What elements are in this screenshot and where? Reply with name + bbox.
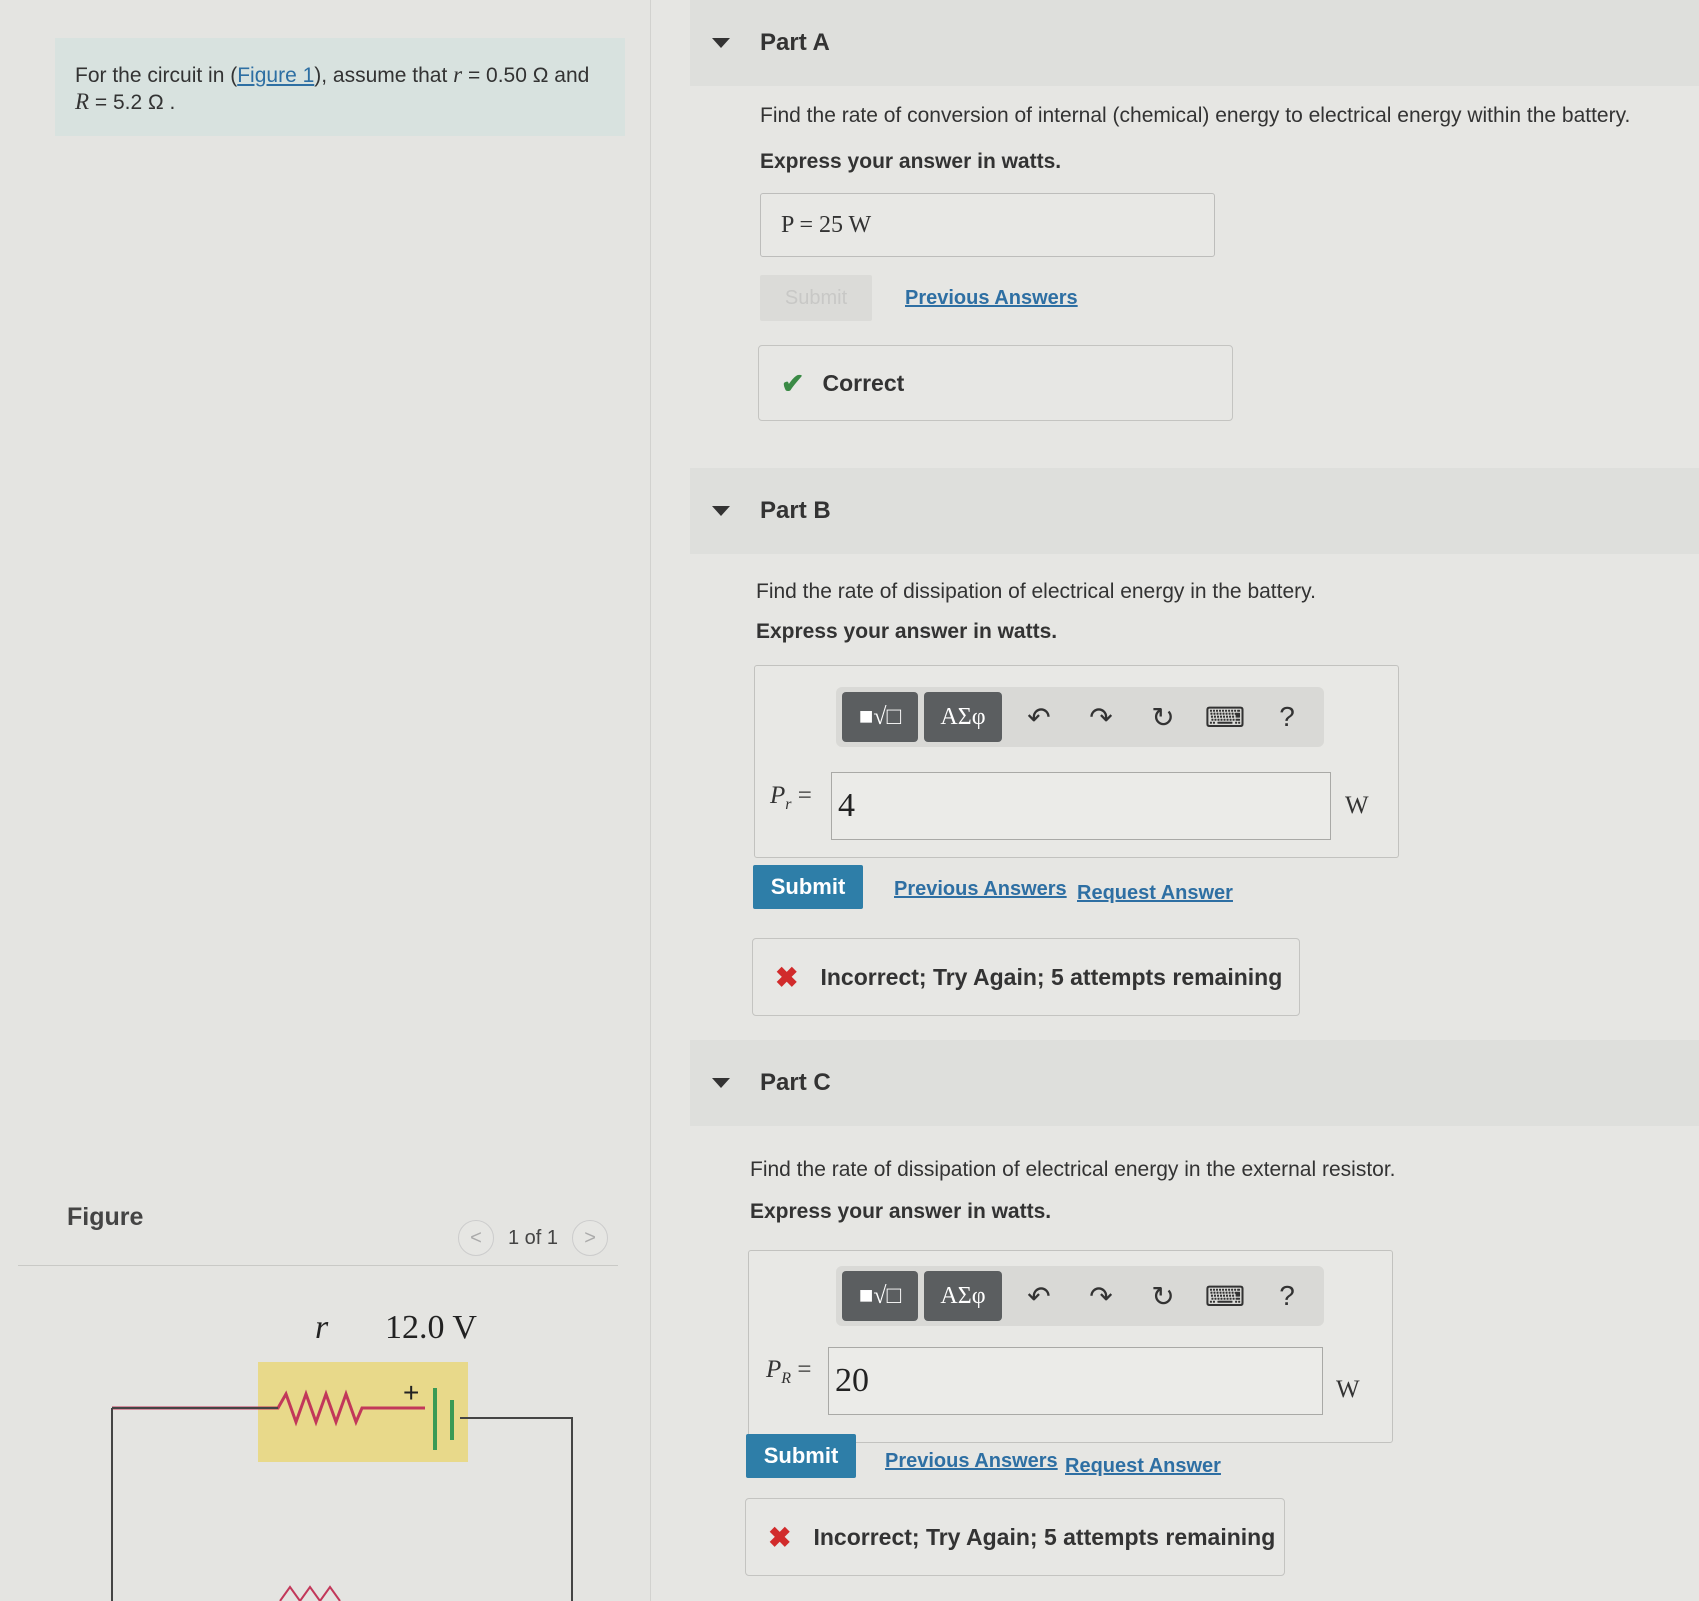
part-a-header[interactable]: Part A [690,0,1699,86]
figure-pager: < 1 of 1 > [458,1220,609,1256]
part-a-submit-button[interactable]: Submit [760,275,872,321]
part-c-header[interactable]: Part C [690,1040,1699,1126]
part-b-variable-label: Pr = [770,782,812,814]
external-resistor [279,1585,341,1601]
part-c-question: Find the rate of dissipation of electric… [750,1158,1396,1181]
part-a-feedback-text: Correct [822,369,905,396]
r-label: r [315,1309,329,1346]
keyboard-icon[interactable]: ⌨ [1194,701,1256,734]
figure-link[interactable]: Figure 1 [237,64,314,87]
part-c-previous-answers-link[interactable]: Previous Answers [885,1450,1058,1473]
figure-divider [18,1265,618,1266]
prev-figure-button[interactable]: < [458,1220,494,1256]
part-c-instruction: Express your answer in watts. [750,1200,1052,1223]
part-b-instruction: Express your answer in watts. [756,620,1058,643]
part-b-answer-input[interactable]: 4 [831,772,1331,840]
check-icon: ✔ [781,367,805,399]
part-a-title: Part A [760,29,830,56]
caret-down-icon [712,506,730,516]
problem-text-2: ), assume that [314,64,454,87]
equals-sign: = [791,1356,812,1383]
part-c-feedback: ✖ Incorrect; Try Again; 5 attempts remai… [745,1498,1285,1576]
part-b-math-toolbar: ■√□ ΑΣφ ↶ ↷ ↻ ⌨ ? [836,687,1324,747]
problem-statement: For the circuit in (Figure 1), assume th… [55,38,625,136]
part-b-submit-button[interactable]: Submit [753,865,863,909]
part-a-feedback: ✔ Correct [758,345,1233,421]
figure-label: Figure [67,1203,144,1231]
templates-button[interactable]: ■√□ [842,692,918,742]
part-c-math-toolbar: ■√□ ΑΣφ ↶ ↷ ↻ ⌨ ? [836,1266,1324,1326]
column-divider [650,0,651,1601]
part-b-header[interactable]: Part B [690,468,1699,554]
figure-page-count: 1 of 1 [508,1226,559,1249]
caret-down-icon [712,1078,730,1088]
part-a-previous-answers-link[interactable]: Previous Answers [905,287,1078,310]
var-main: P [766,1356,782,1383]
part-a-question: Find the rate of conversion of internal … [760,104,1631,127]
r-value: = 0.50 Ω and [462,64,590,87]
part-b-title: Part B [760,497,831,524]
var-sub: R [781,1370,792,1387]
keyboard-icon[interactable]: ⌨ [1194,1280,1256,1313]
part-a-answer-display: P = 25 W [760,193,1215,257]
part-b-feedback-text: Incorrect; Try Again; 5 attempts remaini… [820,963,1283,990]
part-c-title: Part C [760,1069,831,1096]
part-a-instruction: Express your answer in watts. [760,150,1062,173]
part-c-submit-button[interactable]: Submit [746,1434,856,1478]
part-b-question: Find the rate of dissipation of electric… [756,580,1316,603]
greek-symbols-button[interactable]: ΑΣφ [924,692,1002,742]
part-b-request-answer-link[interactable]: Request Answer [1077,882,1233,905]
x-icon: ✖ [768,1521,792,1553]
part-c-answer-input[interactable]: 20 [828,1347,1323,1415]
next-figure-button[interactable]: > [572,1220,609,1256]
var-main: P [770,782,786,809]
plus-sign: + [403,1377,419,1408]
part-c-feedback-text: Incorrect; Try Again; 5 attempts remaini… [813,1523,1276,1550]
emf-label: 12.0 V [385,1309,477,1346]
help-button[interactable]: ? [1256,701,1318,733]
part-b-unit: W [1345,792,1369,819]
templates-button[interactable]: ■√□ [842,1271,918,1321]
greek-symbols-button[interactable]: ΑΣφ [924,1271,1002,1321]
part-c-request-answer-link[interactable]: Request Answer [1065,1455,1221,1478]
r-symbol: r [453,62,463,87]
part-b-previous-answers-link[interactable]: Previous Answers [894,878,1067,901]
part-c-unit: W [1336,1376,1360,1403]
wire-right [460,1417,573,1601]
problem-text: For the circuit in ( [75,64,238,87]
undo-icon[interactable]: ↶ [1008,1280,1070,1313]
undo-icon[interactable]: ↶ [1008,701,1070,734]
x-icon: ✖ [775,961,799,993]
redo-icon[interactable]: ↷ [1070,701,1132,734]
part-c-variable-label: PR = [766,1356,811,1388]
R-symbol: R [75,89,90,114]
reset-icon[interactable]: ↻ [1132,701,1194,734]
part-b-feedback: ✖ Incorrect; Try Again; 5 attempts remai… [752,938,1300,1016]
circuit-diagram: r 12.0 V + [111,1309,573,1601]
caret-down-icon [712,38,730,48]
equals-sign: = [791,782,812,809]
R-value: = 5.2 Ω . [89,91,176,114]
help-button[interactable]: ? [1256,1280,1318,1312]
redo-icon[interactable]: ↷ [1070,1280,1132,1313]
reset-icon[interactable]: ↻ [1132,1280,1194,1313]
